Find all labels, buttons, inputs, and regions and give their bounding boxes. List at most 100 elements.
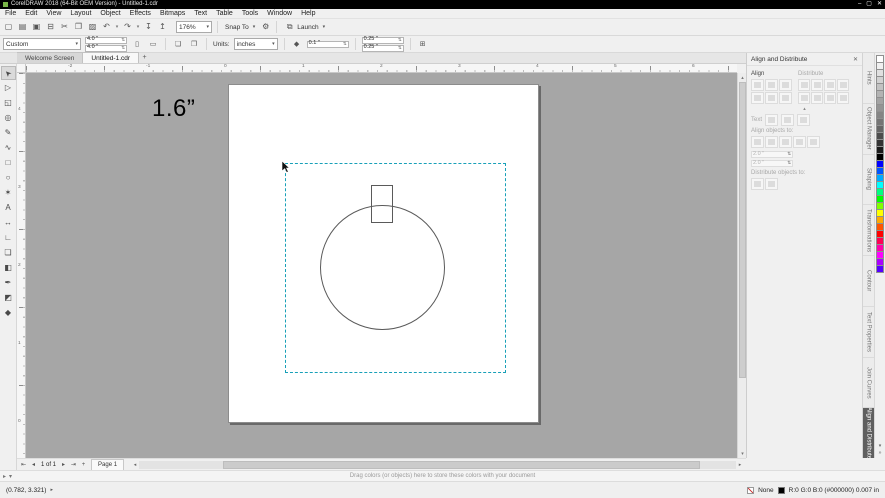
rectangle-tool[interactable]: □ [1, 156, 16, 170]
scrollbar-thumb[interactable] [223, 461, 701, 469]
print-button[interactable]: ⊟ [45, 21, 56, 33]
menu-item[interactable]: Layout [70, 10, 91, 17]
eyedropper-icon[interactable]: ▾ [9, 473, 12, 480]
snap-to-dropdown[interactable]: Snap To ▾ [223, 24, 257, 31]
redo-button[interactable]: ↷ [122, 21, 133, 33]
scrollbar-track[interactable] [139, 461, 736, 469]
landscape-button[interactable]: ▭ [147, 38, 159, 50]
vertical-ruler[interactable]: 43210 [17, 73, 26, 458]
scroll-left-icon[interactable]: ◂ [131, 462, 139, 468]
align-left-button[interactable] [751, 79, 764, 91]
previous-page-button[interactable]: ◂ [29, 460, 38, 470]
stepper-icon[interactable]: ⇅ [121, 46, 125, 51]
color-eyedropper-tool[interactable]: ✒ [1, 276, 16, 290]
launch-dropdown[interactable]: ⧉ Launch ▾ [282, 21, 327, 33]
spacing-x-input[interactable]: 2.0 " ⇅ [751, 151, 793, 158]
all-pages-button[interactable]: ❐ [188, 38, 200, 50]
palette-expand-icon[interactable]: » [879, 450, 882, 456]
shape-tool[interactable]: ▷ [1, 81, 16, 95]
circle-shape[interactable] [320, 205, 445, 330]
paste-button[interactable]: ▨ [87, 21, 98, 33]
close-button[interactable]: ✕ [877, 0, 882, 9]
first-page-button[interactable]: ⇤ [19, 460, 28, 470]
distribute-button[interactable] [798, 92, 810, 104]
duplicate-x-input[interactable]: 0.25 " ⇅ [362, 37, 404, 44]
stepper-icon[interactable]: ⇅ [343, 42, 347, 47]
menu-item[interactable]: Object [100, 10, 120, 17]
text-align-bounding-box-button[interactable] [781, 114, 794, 126]
flyout-arrow-icon[interactable]: ▸ [3, 473, 6, 480]
stepper-icon[interactable]: ⇅ [787, 152, 791, 157]
distribute-button[interactable] [824, 79, 836, 91]
text-tool[interactable]: A [1, 201, 16, 215]
options-gear-button[interactable]: ⚙ [260, 21, 271, 33]
horizontal-scrollbar[interactable]: ◂ ▸ [131, 460, 744, 470]
menu-item[interactable]: Bitmaps [160, 10, 185, 17]
rectangle-shape[interactable] [371, 185, 393, 223]
parallel-dimension-tool[interactable]: ↔ [1, 216, 16, 230]
align-top-button[interactable] [751, 92, 764, 104]
canvas[interactable]: 1.6” [26, 73, 737, 458]
color-swatch[interactable] [876, 265, 884, 273]
duplicate-y-input[interactable]: 0.25 " ⇅ [362, 45, 404, 52]
cut-button[interactable]: ✂ [59, 21, 70, 33]
text-align-baseline-button[interactable] [765, 114, 778, 126]
zoom-tool[interactable]: ◎ [1, 111, 16, 125]
collapse-chevron-icon[interactable]: ▴ [751, 106, 858, 112]
crop-tool[interactable]: ◱ [1, 96, 16, 110]
docker-tab[interactable]: Text Properties [863, 307, 874, 358]
new-tab-button[interactable]: + [139, 52, 150, 63]
save-button[interactable]: ▣ [31, 21, 42, 33]
menu-item[interactable]: Window [267, 10, 292, 17]
export-button[interactable]: ↥ [157, 21, 168, 33]
horizontal-ruler[interactable]: -2-10123456 [26, 64, 737, 73]
docker-tab[interactable]: Hints [863, 53, 874, 104]
align-to-target-button[interactable] [765, 136, 778, 148]
menu-item[interactable]: Tools [242, 10, 258, 17]
import-button[interactable]: ↧ [143, 21, 154, 33]
align-center-vertical-button[interactable] [765, 92, 778, 104]
stepper-icon[interactable]: ⇅ [398, 46, 402, 51]
artistic-media-tool[interactable]: ∿ [1, 141, 16, 155]
pick-tool[interactable]: ➤ [1, 66, 16, 80]
align-bottom-button[interactable] [779, 92, 792, 104]
document-tab[interactable]: Untitled-1.cdr [83, 52, 139, 63]
scroll-right-icon[interactable]: ▸ [736, 462, 744, 468]
menu-item[interactable]: Text [194, 10, 207, 17]
snap-grid-button[interactable]: ⊞ [417, 38, 429, 50]
next-page-button[interactable]: ▸ [59, 460, 68, 470]
undo-button[interactable]: ↶ [101, 21, 112, 33]
document-tab[interactable]: Welcome Screen [17, 52, 83, 63]
portrait-button[interactable]: ▯ [131, 38, 143, 50]
scrollbar-thumb[interactable] [739, 82, 746, 378]
last-page-button[interactable]: ⇥ [69, 460, 78, 470]
align-to-target-button[interactable] [807, 136, 820, 148]
polygon-tool[interactable]: ✶ [1, 186, 16, 200]
docker-tab[interactable]: Transformations [863, 205, 874, 256]
spacing-y-input[interactable]: 2.0 " ⇅ [751, 160, 793, 167]
page-size-preset-combo[interactable]: Custom ▾ [3, 38, 81, 50]
vertical-scrollbar[interactable]: ▴ ▾ [737, 73, 746, 458]
drop-shadow-tool[interactable]: ❏ [1, 246, 16, 260]
distribute-button[interactable] [837, 92, 849, 104]
ellipse-tool[interactable]: ○ [1, 171, 16, 185]
distribute-to-page-button[interactable] [765, 178, 778, 190]
align-to-target-button[interactable] [751, 136, 764, 148]
align-to-target-button[interactable] [793, 136, 806, 148]
docker-close-icon[interactable]: ✕ [853, 56, 858, 63]
nudge-distance-input[interactable]: 0.1 " ⇅ [307, 41, 349, 48]
docker-tab[interactable]: Shaping [863, 155, 874, 206]
docker-tab[interactable]: Align and Distribute [863, 408, 874, 458]
add-page-button[interactable]: + [79, 460, 88, 470]
stepper-icon[interactable]: ⇅ [121, 38, 125, 43]
redo-dropdown[interactable]: ▾ [136, 21, 140, 33]
smart-fill-tool[interactable]: ◆ [1, 306, 16, 320]
menu-item[interactable]: View [46, 10, 61, 17]
minimize-button[interactable]: – [858, 0, 861, 9]
menu-item[interactable]: Edit [25, 10, 37, 17]
interactive-fill-tool[interactable]: ◩ [1, 291, 16, 305]
align-center-horizontal-button[interactable] [765, 79, 778, 91]
palette-scroll-down-icon[interactable]: ▾ [879, 443, 882, 449]
menu-item[interactable]: Table [216, 10, 233, 17]
new-document-button[interactable]: ▢ [3, 21, 14, 33]
